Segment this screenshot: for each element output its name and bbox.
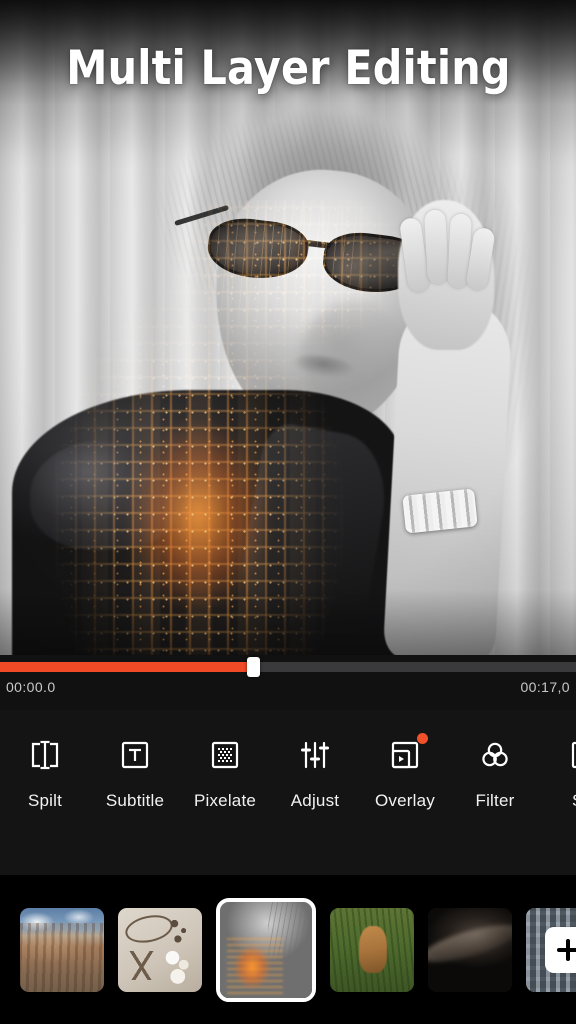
thumbnail-image	[20, 907, 104, 992]
video-preview[interactable]: Multi Layer Editing	[0, 0, 576, 655]
tool-subtitle[interactable]: Subtitle	[90, 736, 180, 811]
pixelate-icon	[206, 736, 244, 774]
clip-thumbnail-canyon[interactable]	[20, 907, 104, 992]
flatlay-objects	[161, 946, 197, 985]
thumbnail-image	[428, 907, 512, 992]
add-clip-button[interactable]	[545, 926, 576, 973]
video-editor-app: Multi Layer Editing 00:00.0 00:17,0 Spil…	[0, 0, 576, 1024]
timeline-progress-fill	[0, 662, 254, 672]
subtitle-icon	[116, 736, 154, 774]
editing-toolbar: Spilt Subtitle Pixelate Adjust Overlay F…	[0, 710, 576, 875]
clip-strip[interactable]	[0, 875, 576, 1024]
flatlay-details	[168, 917, 194, 947]
tool-pixelate[interactable]: Pixelate	[180, 736, 270, 811]
tool-label: Scr	[572, 791, 576, 811]
tool-label: Filter	[475, 791, 515, 810]
tool-split[interactable]: Spilt	[0, 736, 90, 811]
light-streaks	[140, 200, 360, 400]
screen-icon	[566, 736, 576, 774]
timeline[interactable]: 00:00.0 00:17,0	[0, 655, 576, 710]
title-overlay: Multi Layer Editing	[0, 41, 576, 96]
tool-adjust[interactable]: Adjust	[270, 736, 360, 811]
adjust-icon	[296, 736, 334, 774]
tool-overlay[interactable]: Overlay	[360, 733, 450, 811]
current-time-label: 00:00.0	[6, 679, 56, 695]
clip-thumbnail-dark[interactable]	[428, 907, 512, 992]
thumbnail-image	[220, 901, 312, 998]
split-icon	[26, 736, 64, 774]
tool-label: Overlay	[375, 791, 435, 810]
overlay-icon	[386, 733, 428, 774]
tool-label: Pixelate	[193, 791, 257, 810]
overlay-title-text: Multi Layer Editing	[65, 41, 511, 96]
tool-screen[interactable]: Scr	[540, 736, 576, 811]
clip-thumbnail-add-slot[interactable]	[526, 907, 576, 992]
overlay-badge-dot	[417, 733, 428, 744]
thumbnail-image	[118, 907, 202, 992]
timeline-track[interactable]	[0, 662, 576, 672]
timeline-times: 00:00.0 00:17,0	[0, 679, 576, 695]
tool-label: Subtitle	[105, 791, 165, 810]
clip-thumbnail-flatlay[interactable]	[118, 907, 202, 992]
total-time-label: 00:17,0	[520, 679, 570, 695]
city-double-exposure-layer	[30, 200, 450, 655]
timeline-playhead[interactable]	[247, 657, 261, 677]
filter-icon	[476, 736, 514, 774]
tool-filter[interactable]: Filter	[450, 736, 540, 811]
thumbnail-image	[330, 907, 414, 992]
clip-thumbnail-double-exposure[interactable]	[216, 897, 316, 1002]
tool-label: Spilt	[27, 791, 63, 810]
clip-thumbnail-tiger[interactable]	[330, 907, 414, 992]
subject-composite	[0, 0, 576, 655]
tool-label: Adjust	[290, 791, 340, 810]
